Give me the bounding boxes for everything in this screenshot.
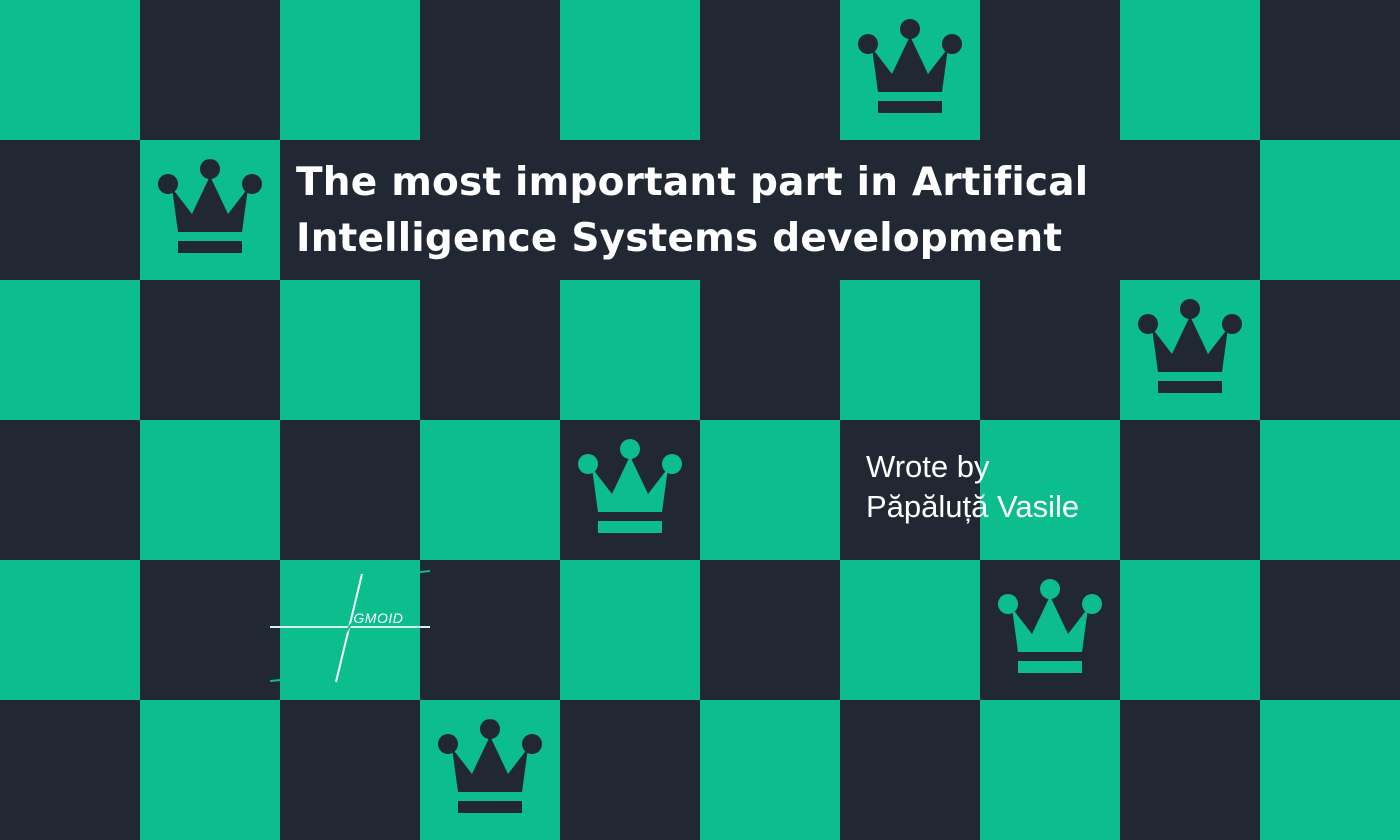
board-square (980, 700, 1120, 840)
board-square (420, 560, 560, 700)
board-square (840, 700, 980, 840)
board-square (140, 420, 280, 560)
crown-icon (438, 718, 542, 814)
board-square (420, 280, 560, 420)
board-square (560, 0, 700, 140)
board-square (0, 280, 140, 420)
board-square (0, 560, 140, 700)
crown-icon (858, 18, 962, 114)
board-square (0, 420, 140, 560)
board-square (0, 700, 140, 840)
board-square (980, 280, 1120, 420)
page-title: The most important part in Artifical Int… (296, 155, 1196, 267)
board-square (1260, 140, 1400, 280)
sigmoid-label: IGMOID (349, 610, 404, 626)
sigmoid-graph-icon (269, 570, 431, 683)
board-square (420, 0, 560, 140)
author-name: Păpăluță Vasile (866, 489, 1080, 524)
crown-icon (1138, 298, 1242, 394)
board-square (280, 280, 420, 420)
board-square (700, 420, 840, 560)
board-square (560, 280, 700, 420)
board-square (280, 0, 420, 140)
board-square (0, 0, 140, 140)
crown-icon (578, 438, 682, 534)
board-square (840, 280, 980, 420)
board-square (560, 700, 700, 840)
chessboard (0, 0, 1400, 840)
author-credit: Wrote by Păpăluță Vasile (866, 447, 1079, 527)
board-square (1120, 0, 1260, 140)
board-square (1260, 0, 1400, 140)
board-square (1120, 420, 1260, 560)
board-square (140, 0, 280, 140)
title-line-1: The most important part in Artifical (296, 160, 1089, 205)
board-square (140, 700, 280, 840)
crown-icon (998, 578, 1102, 674)
board-square (1120, 700, 1260, 840)
board-square (840, 560, 980, 700)
board-square (280, 700, 420, 840)
board-square (1260, 420, 1400, 560)
board-square (700, 280, 840, 420)
author-prefix: Wrote by (866, 449, 990, 484)
board-square (140, 280, 280, 420)
board-square (700, 560, 840, 700)
board-square (140, 560, 280, 700)
board-square (1260, 700, 1400, 840)
sigmoid-graph-logo (264, 568, 440, 688)
board-square (280, 420, 420, 560)
board-square (980, 0, 1120, 140)
board-square (0, 140, 140, 280)
board-square (700, 0, 840, 140)
board-square (560, 560, 700, 700)
board-square (1260, 280, 1400, 420)
crown-icon (158, 158, 262, 254)
title-line-2: Intelligence Systems development (296, 216, 1063, 261)
board-square (700, 700, 840, 840)
board-square (420, 420, 560, 560)
board-square (1260, 560, 1400, 700)
board-square (1120, 560, 1260, 700)
